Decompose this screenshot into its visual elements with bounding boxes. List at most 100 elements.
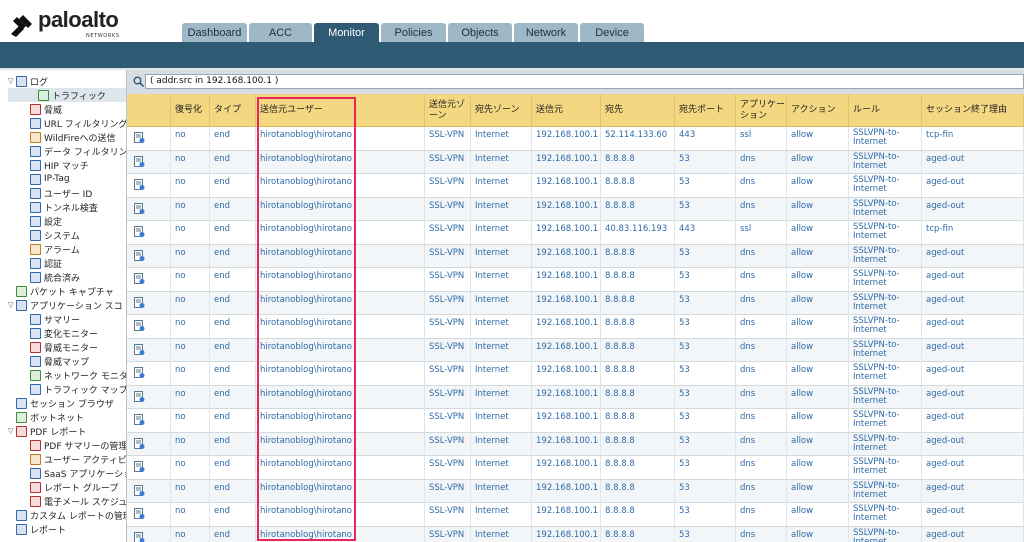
log-detail-icon[interactable]	[134, 179, 145, 191]
detail-cell[interactable]	[127, 479, 171, 503]
expand-toggle-icon[interactable]: ▽	[8, 427, 16, 435]
sidebar-item[interactable]: 脅威	[30, 102, 62, 116]
log-detail-icon[interactable]	[134, 202, 145, 215]
log-detail-icon[interactable]	[134, 414, 145, 426]
table-row[interactable]: no end hirotanoblog\hirotano SSL-VPN Interne…	[127, 385, 1024, 409]
table-row[interactable]: no end hirotanoblog\hirotano SSL-VPN Interne…	[127, 291, 1024, 315]
table-row[interactable]: no end hirotanoblog\hirotano SSL-VPN Interne…	[127, 456, 1024, 480]
sidebar-item[interactable]: URL フィルタリング	[30, 116, 126, 130]
sidebar-item[interactable]: 変化モニター	[30, 326, 98, 340]
detail-cell[interactable]	[127, 127, 171, 150]
table-row[interactable]: no end hirotanoblog\hirotano SSL-VPN Interne…	[127, 503, 1024, 527]
sidebar-item[interactable]: SaaS アプリケーショ	[30, 466, 126, 480]
sidebar-item[interactable]: 統合済み	[30, 270, 80, 284]
column-header[interactable]: 宛先ポート	[675, 94, 736, 127]
table-row[interactable]: no end hirotanoblog\hirotano SSL-VPN Interne…	[127, 174, 1024, 198]
log-detail-icon[interactable]	[134, 155, 145, 168]
column-header[interactable]: アプリケーション	[736, 94, 787, 127]
expand-toggle-icon[interactable]: ▽	[8, 301, 16, 309]
sidebar-item[interactable]: システム	[30, 228, 80, 242]
column-header[interactable]: 送信元ゾーン	[425, 94, 471, 127]
sidebar-item[interactable]: ユーザー ID	[30, 186, 92, 200]
sidebar-item[interactable]: 脅威マップ	[30, 354, 89, 368]
column-header[interactable]: 送信元ユーザー	[256, 94, 425, 127]
column-header[interactable]: 宛先	[601, 94, 675, 127]
detail-cell[interactable]	[127, 150, 171, 174]
tab-policies[interactable]: Policies	[381, 23, 446, 42]
sidebar-item[interactable]: IP-Tag	[30, 172, 70, 186]
detail-cell[interactable]	[127, 432, 171, 456]
table-row[interactable]: no end hirotanoblog\hirotano SSL-VPN Interne…	[127, 409, 1024, 433]
column-header[interactable]: ルール	[849, 94, 922, 127]
column-header[interactable]: 送信元	[532, 94, 601, 127]
log-detail-icon[interactable]	[134, 296, 145, 309]
table-row[interactable]: no end hirotanoblog\hirotano SSL-VPN Interne…	[127, 432, 1024, 456]
sidebar-item[interactable]: レポート グループ	[30, 480, 118, 494]
table-row[interactable]: no end hirotanoblog\hirotano SSL-VPN Interne…	[127, 479, 1024, 503]
table-row[interactable]: no end hirotanoblog\hirotano SSL-VPN Interne…	[127, 221, 1024, 245]
detail-cell[interactable]	[127, 338, 171, 362]
log-detail-icon[interactable]	[134, 367, 145, 379]
table-row[interactable]: no end hirotanoblog\hirotano SSL-VPN Interne…	[127, 338, 1024, 362]
tab-monitor[interactable]: Monitor	[314, 23, 379, 42]
table-row[interactable]: no end hirotanoblog\hirotano SSL-VPN Interne…	[127, 268, 1024, 292]
sidebar-item[interactable]: データ フィルタリン	[30, 144, 126, 158]
sidebar-item[interactable]: ネットワーク モニタ	[30, 368, 126, 382]
detail-cell[interactable]	[127, 244, 171, 268]
sidebar-item[interactable]: 脅威モニター	[30, 340, 98, 354]
tab-objects[interactable]: Objects	[448, 23, 512, 42]
table-row[interactable]: no end hirotanoblog\hirotano SSL-VPN Interne…	[127, 197, 1024, 221]
detail-cell[interactable]	[127, 362, 171, 385]
detail-cell[interactable]	[127, 503, 171, 526]
sidebar-item[interactable]: トラフィック マップ	[30, 382, 126, 396]
sidebar-item[interactable]: WildFireへの送信	[30, 130, 115, 144]
log-detail-icon[interactable]	[134, 508, 145, 520]
table-row[interactable]: no end hirotanoblog\hirotano SSL-VPN Interne…	[127, 362, 1024, 386]
sidebar-item[interactable]: レポート	[8, 522, 66, 536]
table-row[interactable]: no end hirotanoblog\hirotano SSL-VPN Interne…	[127, 127, 1024, 151]
sidebar-item[interactable]: トンネル検査	[30, 200, 98, 214]
detail-cell[interactable]	[127, 197, 171, 221]
tab-network[interactable]: Network	[514, 23, 578, 42]
filter-input[interactable]: ( addr.src in 192.168.100.1 )	[145, 74, 1024, 89]
log-detail-icon[interactable]	[134, 531, 145, 542]
sidebar-item[interactable]: ▽ アプリケーション スコ	[8, 298, 123, 312]
table-row[interactable]: no end hirotanoblog\hirotano SSL-VPN Interne…	[127, 244, 1024, 268]
column-header[interactable]: 宛先ゾーン	[471, 94, 532, 127]
sidebar-item[interactable]: 設定	[30, 214, 62, 228]
sidebar-item[interactable]: アラーム	[30, 242, 80, 256]
sidebar-item[interactable]: サマリー	[30, 312, 80, 326]
tab-acc[interactable]: ACC	[249, 23, 312, 42]
tab-device[interactable]: Device	[580, 23, 644, 42]
column-header[interactable]	[127, 94, 171, 127]
log-detail-icon[interactable]	[134, 437, 145, 450]
sidebar-item[interactable]: カスタム レポートの管理	[8, 508, 126, 522]
table-row[interactable]: no end hirotanoblog\hirotano SSL-VPN Interne…	[127, 150, 1024, 174]
tab-dashboard[interactable]: Dashboard	[182, 23, 247, 42]
detail-cell[interactable]	[127, 456, 171, 479]
log-detail-icon[interactable]	[134, 320, 145, 332]
table-row[interactable]: no end hirotanoblog\hirotano SSL-VPN Interne…	[127, 526, 1024, 542]
sidebar-item[interactable]: ▽ ログ	[8, 74, 48, 88]
column-header[interactable]: セッション終了理由	[922, 94, 1024, 127]
log-detail-icon[interactable]	[134, 226, 145, 238]
sidebar-item[interactable]: HIP マッチ	[30, 158, 89, 172]
detail-cell[interactable]	[127, 174, 171, 197]
detail-cell[interactable]	[127, 291, 171, 315]
column-header[interactable]: アクション	[787, 94, 849, 127]
log-detail-icon[interactable]	[134, 273, 145, 285]
detail-cell[interactable]	[127, 268, 171, 291]
log-detail-icon[interactable]	[134, 343, 145, 356]
sidebar-item[interactable]: ボットネット	[8, 410, 84, 424]
sidebar-item[interactable]: 認証	[30, 256, 62, 270]
log-detail-icon[interactable]	[134, 132, 145, 144]
sidebar-item[interactable]: パケット キャプチャ	[8, 284, 114, 298]
column-header[interactable]: 復号化	[171, 94, 210, 127]
detail-cell[interactable]	[127, 526, 171, 542]
sidebar-item[interactable]: ▽ PDF レポート	[8, 424, 86, 438]
sidebar-item[interactable]: 電子メール スケジュ	[30, 494, 126, 508]
sidebar-item[interactable]: PDF サマリーの管理	[30, 438, 126, 452]
table-row[interactable]: no end hirotanoblog\hirotano SSL-VPN Interne…	[127, 315, 1024, 339]
detail-cell[interactable]	[127, 409, 171, 432]
sidebar-item[interactable]: ユーザー アクティビ	[30, 452, 126, 466]
